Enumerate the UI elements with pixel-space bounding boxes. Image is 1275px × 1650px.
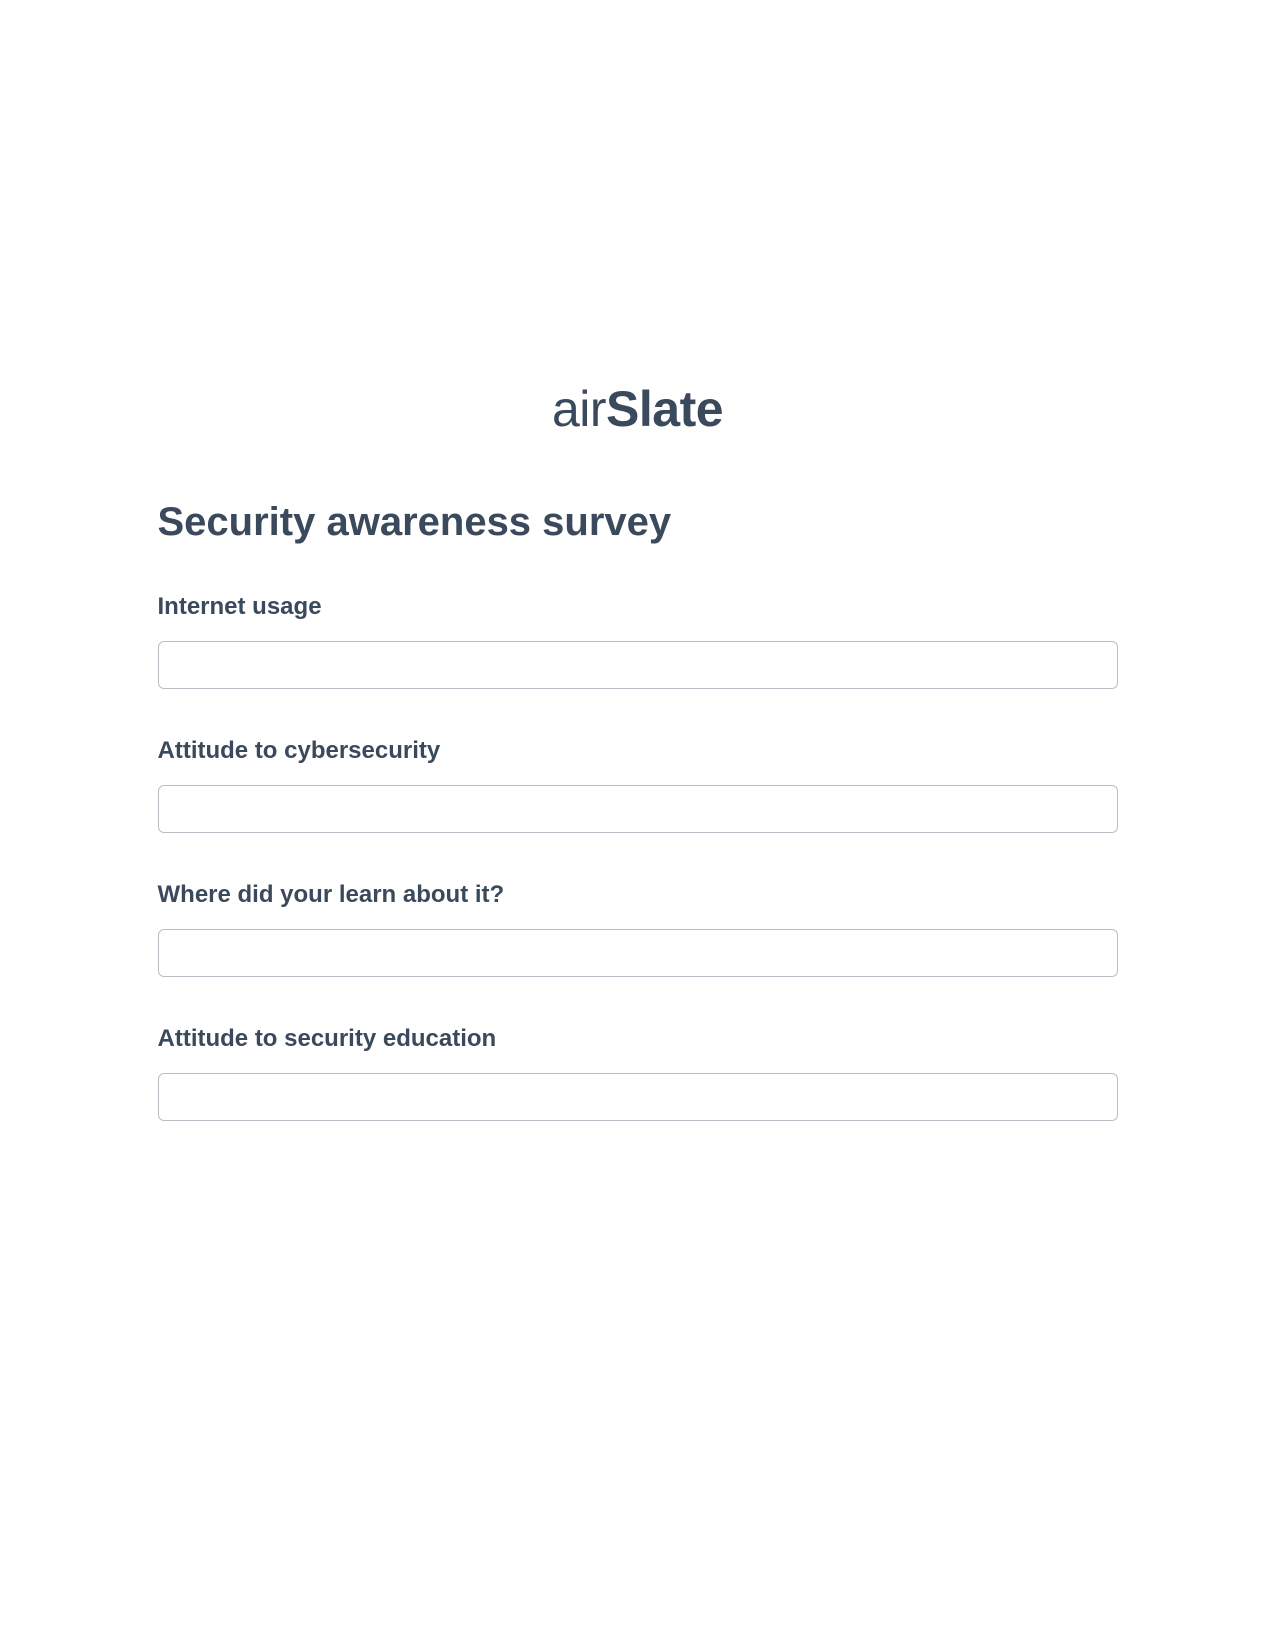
logo-part-slate: Slate: [606, 381, 723, 437]
input-attitude-cybersecurity[interactable]: [158, 785, 1118, 833]
field-internet-usage: Internet usage: [158, 593, 1118, 689]
field-attitude-cybersecurity: Attitude to cybersecurity: [158, 737, 1118, 833]
field-where-learn: Where did your learn about it?: [158, 881, 1118, 977]
logo-container: airSlate: [0, 380, 1275, 438]
survey-form: Security awareness survey Internet usage…: [158, 500, 1118, 1121]
page: airSlate Security awareness survey Inter…: [0, 0, 1275, 1121]
label-where-learn: Where did your learn about it?: [158, 881, 1118, 909]
label-internet-usage: Internet usage: [158, 593, 1118, 621]
label-attitude-cybersecurity: Attitude to cybersecurity: [158, 737, 1118, 765]
airslate-logo: airSlate: [552, 380, 723, 438]
field-security-education: Attitude to security education: [158, 1025, 1118, 1121]
logo-part-air: air: [552, 381, 606, 437]
input-where-learn[interactable]: [158, 929, 1118, 977]
form-title: Security awareness survey: [158, 500, 1118, 545]
input-security-education[interactable]: [158, 1073, 1118, 1121]
label-security-education: Attitude to security education: [158, 1025, 1118, 1053]
input-internet-usage[interactable]: [158, 641, 1118, 689]
